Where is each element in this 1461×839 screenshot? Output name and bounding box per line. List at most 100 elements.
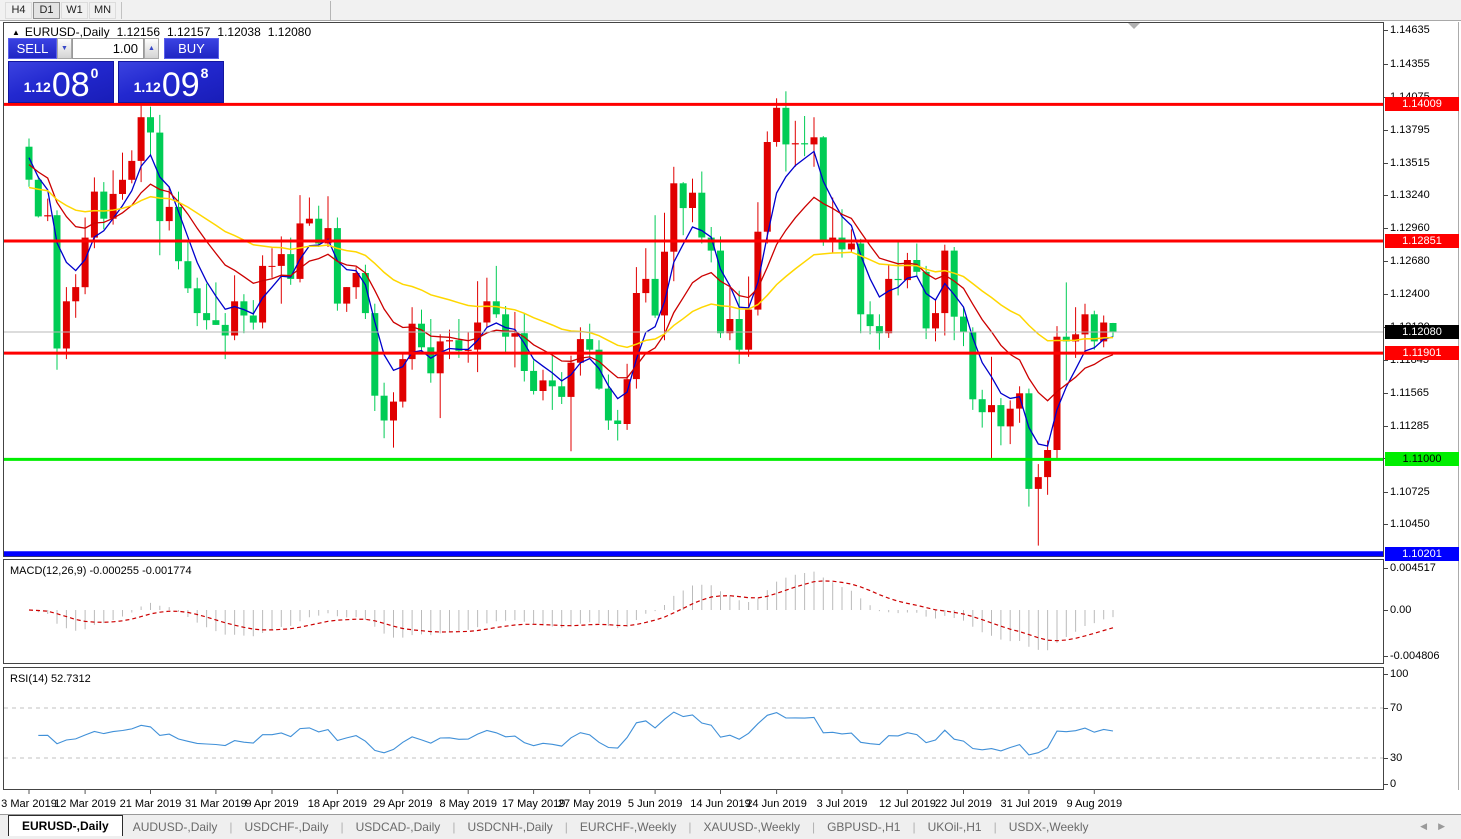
indicator-axis-tick-mark <box>1384 784 1388 785</box>
sell-button[interactable]: SELL <box>8 38 57 59</box>
tab-separator: | <box>910 820 917 834</box>
indicator-axis-tick: 0.00 <box>1390 604 1411 616</box>
indicator-axis-tick-mark <box>1384 568 1388 569</box>
tab-separator: | <box>563 820 570 834</box>
price-axis-tick: 1.14635 <box>1390 24 1430 36</box>
price-axis-tick: 1.13795 <box>1390 124 1430 136</box>
top-toolbar: H4D1W1MN <box>0 0 1461 21</box>
macd-label: MACD(12,26,9) -0.000255 -0.001774 <box>10 565 192 577</box>
price-axis-tick: 1.13240 <box>1390 189 1430 201</box>
tab-usdx-weekly[interactable]: USDX-,Weekly <box>999 817 1099 837</box>
indicator-axis-tick: 0.004517 <box>1390 562 1436 574</box>
chevron-down-icon: ▼ <box>61 45 68 52</box>
price-axis-tick-mark <box>1384 228 1388 229</box>
tab-xauusd-weekly[interactable]: XAUUSD-,Weekly <box>693 817 809 837</box>
tab-usdcnh-daily[interactable]: USDCNH-,Daily <box>457 817 562 837</box>
rsi-label: RSI(14) 52.7312 <box>10 673 91 685</box>
tab-scroll-left-icon[interactable]: ◀ <box>1420 821 1427 832</box>
tab-usdchf-daily[interactable]: USDCHF-,Daily <box>235 817 339 837</box>
ohlc-high: 1.12157 <box>167 25 210 39</box>
buy-price-prefix: 1.12 <box>134 79 161 95</box>
buy-price-big-digits: 09 <box>162 70 200 100</box>
price-axis-tick-mark <box>1384 524 1388 525</box>
price-axis-tick-mark <box>1384 64 1388 65</box>
tab-separator: | <box>227 820 234 834</box>
tab-separator: | <box>686 820 693 834</box>
timeframe-button-d1[interactable]: D1 <box>33 2 60 19</box>
indicator-axis-tick: 100 <box>1390 668 1408 680</box>
ohlc-open: 1.12156 <box>117 25 160 39</box>
sell-price-big-digits: 08 <box>52 70 90 100</box>
price-axis-tick-mark <box>1384 393 1388 394</box>
ohlc-close: 1.12080 <box>268 25 311 39</box>
price-axis-tick: 1.11565 <box>1390 387 1429 399</box>
price-axis-tick-mark <box>1384 426 1388 427</box>
symbol-marker-icon: ▲ <box>12 28 20 37</box>
indicator-axis-tick-mark <box>1384 708 1388 709</box>
price-axis-tick-mark <box>1384 294 1388 295</box>
one-click-trading-panel: SELL ▼ ▲ BUY 1.12 08 0 1.12 09 8 <box>8 38 224 103</box>
tab-eurusd-daily[interactable]: EURUSD-,Daily <box>8 815 123 836</box>
price-level-badge: 1.11901 <box>1385 346 1459 360</box>
tab-ukoil-h1[interactable]: UKOil-,H1 <box>918 817 992 837</box>
symbol-title: EURUSD-,Daily <box>25 25 110 39</box>
price-axis-tick: 1.10725 <box>1390 486 1430 498</box>
ohlc-low: 1.12038 <box>217 25 260 39</box>
indicator-axis-tick-mark <box>1384 758 1388 759</box>
timeframe-button-h4[interactable]: H4 <box>5 2 32 19</box>
tab-separator: | <box>450 820 457 834</box>
buy-button[interactable]: BUY <box>164 38 219 59</box>
timeframe-button-mn[interactable]: MN <box>89 2 116 19</box>
tab-separator: | <box>810 820 817 834</box>
price-axis-tick: 1.10450 <box>1390 518 1430 530</box>
chevron-up-icon: ▲ <box>148 45 155 52</box>
tab-separator: | <box>339 820 346 834</box>
timeframe-button-group: H4D1W1MN <box>5 2 117 19</box>
tab-separator: | <box>992 820 999 834</box>
sell-price-prefix: 1.12 <box>24 79 51 95</box>
volume-input[interactable] <box>72 38 144 59</box>
price-level-badge: 1.12851 <box>1385 234 1459 248</box>
indicator-axis-tick: 70 <box>1390 702 1402 714</box>
price-axis-tick: 1.14355 <box>1390 58 1430 70</box>
price-axis-tick-mark <box>1384 492 1388 493</box>
tab-eurchf-weekly[interactable]: EURCHF-,Weekly <box>570 817 686 837</box>
price-axis-tick: 1.12680 <box>1390 255 1430 267</box>
sell-price-pip-digit: 0 <box>91 65 99 81</box>
chart-canvas <box>0 22 1461 816</box>
price-axis-tick: 1.12960 <box>1390 222 1430 234</box>
buy-price-display[interactable]: 1.12 09 8 <box>118 61 224 103</box>
price-axis-tick: 1.11285 <box>1390 420 1429 432</box>
tab-audusd-daily[interactable]: AUDUSD-,Daily <box>123 817 228 837</box>
tab-gbpusd-h1[interactable]: GBPUSD-,H1 <box>817 817 910 837</box>
chart-info-line: ▲ EURUSD-,Daily 1.12156 1.12157 1.12038 … <box>12 25 318 39</box>
price-level-badge: 1.11000 <box>1385 452 1459 466</box>
volume-decrease-button[interactable]: ▼ <box>57 38 72 59</box>
price-axis-tick-mark <box>1384 130 1388 131</box>
price-axis-tick-mark <box>1384 30 1388 31</box>
chart-tabs: EURUSD-,DailyAUDUSD-,Daily|USDCHF-,Daily… <box>8 817 1099 837</box>
toolbar-separator <box>121 2 122 19</box>
price-level-badge: 1.14009 <box>1385 97 1459 111</box>
sell-price-display[interactable]: 1.12 08 0 <box>8 61 114 103</box>
price-axis-tick-mark <box>1384 261 1388 262</box>
price-axis-tick: 1.12400 <box>1390 288 1430 300</box>
indicator-axis-tick-mark <box>1384 610 1388 611</box>
chart-tab-bar: EURUSD-,DailyAUDUSD-,Daily|USDCHF-,Daily… <box>0 814 1461 839</box>
indicator-axis-tick: 30 <box>1390 752 1402 764</box>
indicator-axis-tick: 0 <box>1390 778 1396 790</box>
price-level-badge: 1.10201 <box>1385 547 1459 561</box>
current-price-badge: 1.12080 <box>1385 325 1459 339</box>
date-axis-label: 9 Aug 2019 <box>1049 798 1139 810</box>
price-axis-tick-mark <box>1384 163 1388 164</box>
indicator-axis-tick-mark <box>1384 674 1388 675</box>
volume-increase-button[interactable]: ▲ <box>144 38 159 59</box>
toolbar-separator <box>330 1 331 20</box>
tab-scroll-right-icon[interactable]: ▶ <box>1438 821 1445 832</box>
tab-usdcad-daily[interactable]: USDCAD-,Daily <box>346 817 451 837</box>
indicator-axis-tick: -0.004806 <box>1390 650 1440 662</box>
indicator-axis-tick-mark <box>1384 656 1388 657</box>
buy-price-pip-digit: 8 <box>201 65 209 81</box>
tab-scroll-arrows: ◀ ▶ <box>1420 821 1445 832</box>
timeframe-button-w1[interactable]: W1 <box>61 2 88 19</box>
